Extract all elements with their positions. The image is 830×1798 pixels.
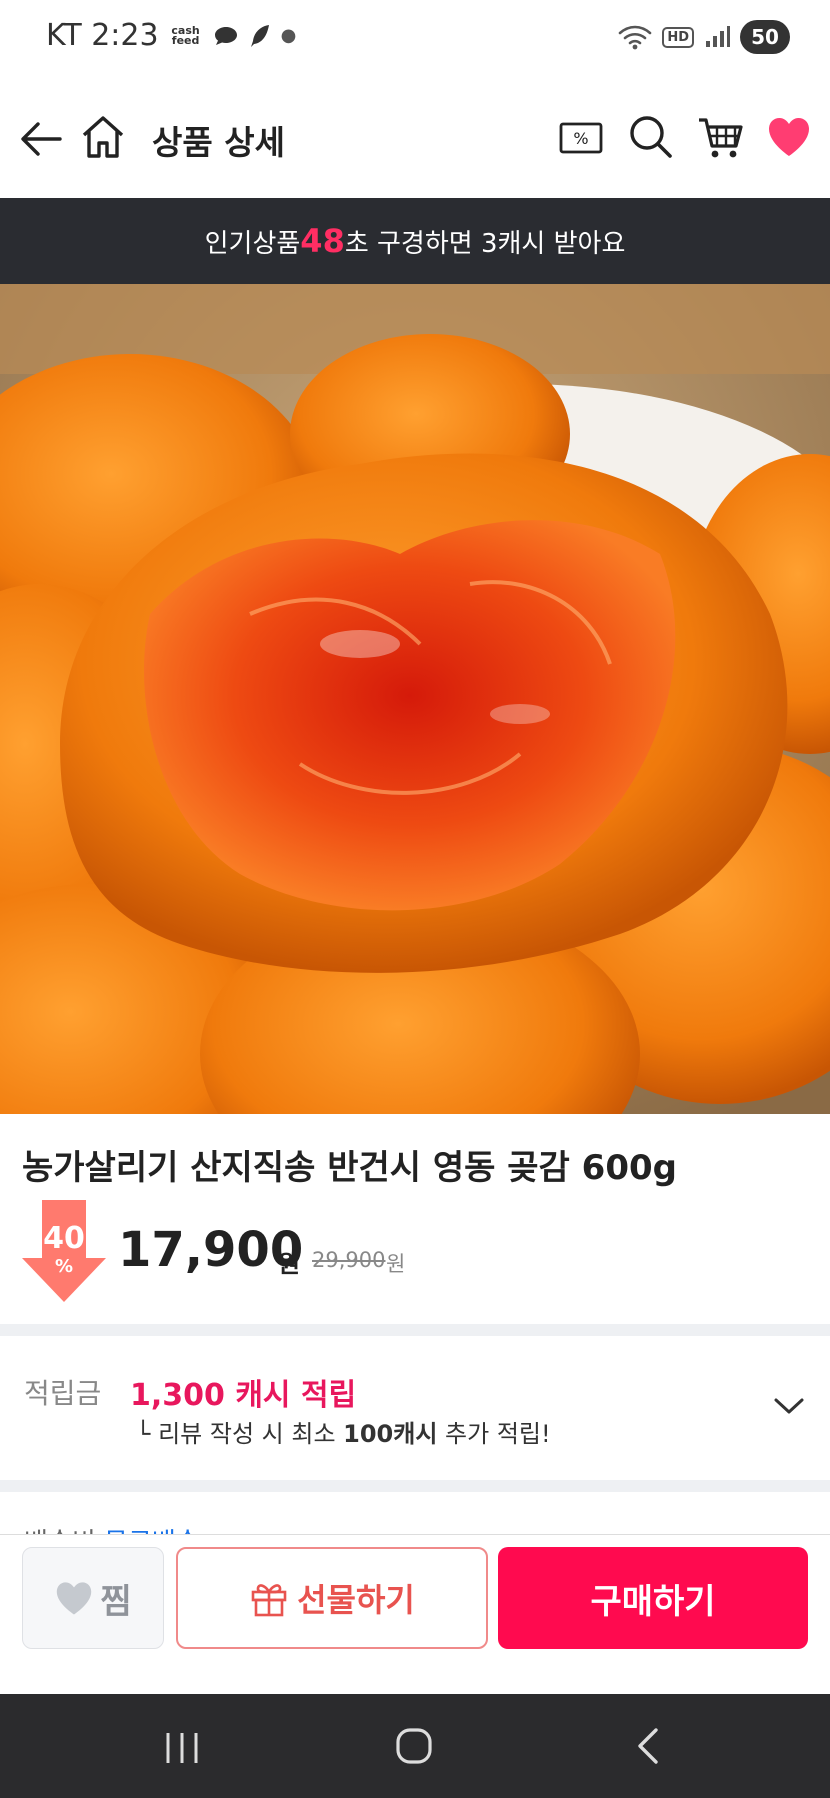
top-header: 상품 상세 % bbox=[0, 78, 830, 198]
promo-banner[interactable]: 인기상품 48 초 구경하면 3캐시 받아요 bbox=[0, 198, 830, 284]
wishlist-heart-icon[interactable] bbox=[764, 112, 814, 162]
feather-icon bbox=[250, 24, 269, 47]
carrier-time: KT 2:23 bbox=[46, 18, 159, 53]
status-left: KT 2:23 cash feed ● bbox=[46, 18, 296, 53]
back-arrow-icon[interactable] bbox=[16, 114, 66, 164]
promo-seconds: 48 bbox=[300, 222, 345, 260]
reward-label: 적립금 bbox=[24, 1377, 102, 1410]
section-divider bbox=[0, 1324, 830, 1336]
wish-button[interactable]: 찜 bbox=[22, 1547, 164, 1649]
reward-note-bold: 100캐시 bbox=[343, 1420, 438, 1448]
hd-voice-icon: HD bbox=[662, 26, 694, 48]
system-nav-bar bbox=[0, 1694, 830, 1798]
chevron-down-icon[interactable] bbox=[772, 1394, 806, 1418]
discount-badge: 40 % bbox=[22, 1200, 106, 1302]
gift-button[interactable]: 선물하기 bbox=[176, 1547, 488, 1649]
sale-price: 17,900 bbox=[118, 1222, 304, 1278]
gift-label: 선물하기 bbox=[297, 1581, 415, 1619]
home-icon[interactable] bbox=[78, 112, 128, 162]
chat-bubble-icon bbox=[214, 26, 237, 45]
product-title: 농가살리기 산지직송 반건시 영동 곶감 600g bbox=[22, 1148, 677, 1188]
page-title: 상품 상세 bbox=[152, 123, 285, 162]
status-bar: KT 2:23 cash feed ● HD 50 bbox=[0, 0, 830, 78]
heart-icon bbox=[57, 1582, 92, 1615]
wish-label: 찜 bbox=[100, 1581, 132, 1622]
buy-label: 구매하기 bbox=[590, 1581, 716, 1622]
reward-note-prefix: └ 리뷰 작성 시 최소 bbox=[136, 1420, 344, 1448]
discount-percent: 40 bbox=[43, 1221, 85, 1256]
dried-persimmon-photo bbox=[0, 284, 830, 1114]
reward-value: 1,300 캐시 적립 bbox=[130, 1378, 357, 1413]
back-nav-icon[interactable] bbox=[632, 1726, 662, 1766]
wifi-icon bbox=[619, 25, 652, 50]
reward-note-suffix: 추가 적립! bbox=[437, 1420, 551, 1448]
battery-indicator: 50 bbox=[740, 20, 790, 54]
gift-icon bbox=[251, 1584, 287, 1617]
promo-suffix: 초 구경하면 3캐시 받아요 bbox=[344, 228, 626, 259]
cashfeed-notification-icon: cash feed bbox=[171, 23, 200, 47]
signal-icon bbox=[706, 26, 730, 47]
home-nav-icon[interactable] bbox=[394, 1726, 434, 1766]
product-image[interactable] bbox=[0, 284, 830, 1114]
coupon-icon[interactable]: % bbox=[558, 116, 604, 160]
original-price-unit: 원 bbox=[386, 1252, 406, 1276]
cart-icon[interactable] bbox=[696, 112, 746, 162]
search-icon[interactable] bbox=[626, 112, 674, 160]
sale-price-unit: 원 bbox=[278, 1250, 301, 1278]
discount-symbol: % bbox=[55, 1256, 73, 1277]
svg-text:%: % bbox=[573, 129, 588, 148]
section-divider bbox=[0, 1480, 830, 1492]
original-price: 29,900 bbox=[312, 1248, 386, 1272]
status-right: HD 50 bbox=[618, 20, 790, 54]
notification-dot-icon: ● bbox=[280, 25, 297, 46]
bottom-action-bar: 찜 선물하기 구매하기 bbox=[0, 1534, 830, 1694]
reward-note: └ 리뷰 작성 시 최소 100캐시 추가 적립! bbox=[136, 1414, 551, 1449]
buy-button[interactable]: 구매하기 bbox=[498, 1547, 808, 1649]
promo-prefix: 인기상품 bbox=[204, 228, 301, 259]
recent-apps-icon[interactable] bbox=[162, 1730, 202, 1766]
